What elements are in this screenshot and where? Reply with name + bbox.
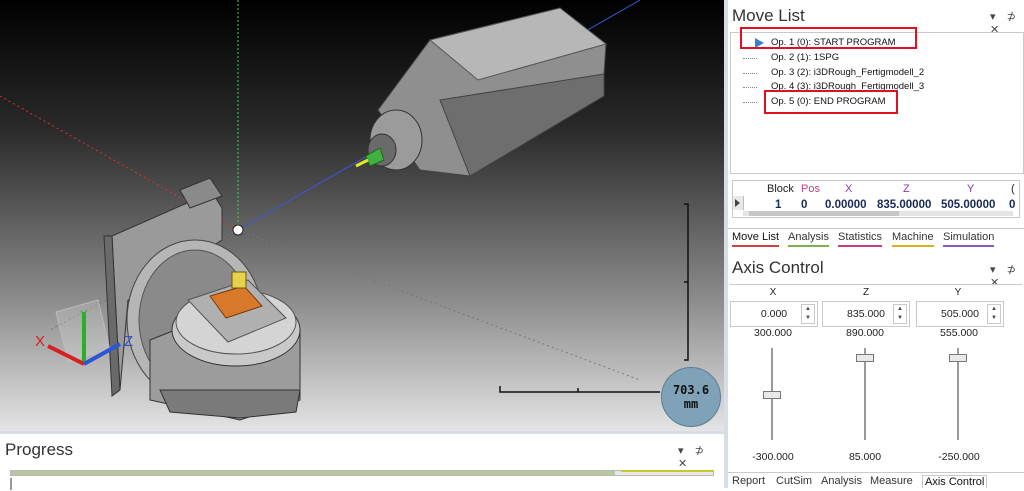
grid-cell-z: 835.00000 xyxy=(877,199,932,211)
triad-y-label: Y xyxy=(80,309,88,321)
progress-title: Progress xyxy=(5,440,74,459)
bottom-tabs: Report CutSim Analysis Measure Axis Cont… xyxy=(728,472,1024,491)
x-spinner[interactable]: ▲ ▼ xyxy=(801,304,815,324)
block-grid[interactable]: Block Pos X Z Y ( 1 0 0.00000 835.00000 … xyxy=(732,180,1020,218)
progress-panel: Progress ▾ ⊅ ✕ xyxy=(0,431,724,491)
tab-move-list[interactable]: Move List xyxy=(732,231,780,247)
y-value: 505.000 xyxy=(941,308,979,320)
scale-indicator: 703.6 mm xyxy=(661,367,721,427)
y-max-label: 555.000 xyxy=(940,327,978,339)
grid-cell-x: 0.00000 xyxy=(825,199,867,211)
rotary-table xyxy=(103,177,301,421)
tree-item-op2[interactable]: Op. 2 (1): 1SPG xyxy=(731,51,1021,65)
grid-header-block: Block xyxy=(767,183,794,195)
row-pointer-icon xyxy=(735,199,740,207)
x-value-input[interactable]: 0.000 ▲ ▼ xyxy=(730,301,818,327)
scale-unit: mm xyxy=(683,397,699,411)
origin-marker xyxy=(232,224,244,236)
progress-fill xyxy=(11,471,615,475)
grid-header-more: ( xyxy=(1011,183,1015,195)
tab-measure[interactable]: Measure xyxy=(870,475,913,489)
tree-item-label: Op. 3 (2): i3DRough_Fertigmodell_2 xyxy=(771,67,925,78)
y-slider-thumb[interactable] xyxy=(949,354,967,362)
axis-header-x: X xyxy=(769,287,777,298)
grid-scrollbar[interactable] xyxy=(743,211,1013,216)
grid-scroll-thumb[interactable] xyxy=(749,211,899,216)
z-min-label: 85.000 xyxy=(848,451,882,463)
x-slider-thumb[interactable] xyxy=(763,391,781,399)
tab-statistics[interactable]: Statistics xyxy=(838,231,883,247)
y-spinner[interactable]: ▲ ▼ xyxy=(987,304,1001,324)
progress-bar xyxy=(10,470,714,476)
y-value-input[interactable]: 505.000 ▲ ▼ xyxy=(916,301,1004,327)
grid-header-y: Y xyxy=(967,183,975,195)
right-panel: Move List ▾ ⊅ ✕ Op. 1 (0): START PROGRAM… xyxy=(728,0,1024,488)
x-min-label: -300.000 xyxy=(752,451,794,463)
simulation-viewport[interactable]: X Y Z 703.6 mm xyxy=(0,0,724,431)
spindle-head xyxy=(355,7,608,177)
grid-cell-block: 1 xyxy=(775,199,782,211)
tree-item-op3[interactable]: Op. 3 (2): i3DRough_Fertigmodell_2 xyxy=(731,66,1021,80)
progress-tail xyxy=(621,470,713,472)
scale-bracket xyxy=(499,203,689,393)
scale-value: 703.6 xyxy=(672,383,710,397)
progress-marker xyxy=(10,478,12,490)
move-list-tabs: Move List Analysis Statistics Machine Si… xyxy=(728,228,1024,247)
z-slider-thumb[interactable] xyxy=(856,354,874,362)
axis-header-z: Z xyxy=(862,287,870,298)
z-value-input[interactable]: 835.000 ▲ ▼ xyxy=(822,301,910,327)
tab-axis-control[interactable]: Axis Control xyxy=(922,475,988,488)
z-value: 835.000 xyxy=(847,308,885,320)
grid-header-pos: Pos xyxy=(801,183,820,195)
machine-scene: X Y Z xyxy=(0,0,689,421)
axis-control-fields: X Z Y 0.000 ▲ ▼ 835.000 ▲ ▼ 505.000 ▲ ▼ 300… xyxy=(730,284,1022,341)
progress-panel-controls[interactable]: ▾ ⊅ ✕ xyxy=(678,444,724,470)
highlight-box-start xyxy=(740,27,917,49)
y-min-label: -250.000 xyxy=(938,451,980,463)
axis-header-y: Y xyxy=(954,287,962,298)
tab-machine[interactable]: Machine xyxy=(892,231,934,247)
tree-connector xyxy=(743,102,757,103)
tree-item-label: Op. 2 (1): 1SPG xyxy=(771,52,840,63)
grid-header-z: Z xyxy=(903,183,910,195)
tab-report[interactable]: Report xyxy=(732,475,765,489)
grid-cell-more: 0 xyxy=(1009,199,1016,211)
grid-cell-pos: 0 xyxy=(801,199,808,211)
tree-connector xyxy=(743,58,757,59)
tab-cutsim[interactable]: CutSim xyxy=(776,475,812,489)
move-list-title: Move List xyxy=(732,6,805,25)
x-value: 0.000 xyxy=(760,308,788,320)
grid-cell-y: 505.00000 xyxy=(941,199,996,211)
triad-x-label: X xyxy=(35,333,45,350)
highlight-box-end xyxy=(764,90,898,114)
axis-control-title: Axis Control xyxy=(732,258,824,277)
grid-header-x: X xyxy=(845,183,853,195)
tree-connector xyxy=(743,87,757,88)
tab-analysis-bottom[interactable]: Analysis xyxy=(821,475,862,489)
z-spinner[interactable]: ▲ ▼ xyxy=(893,304,907,324)
z-max-label: 890.000 xyxy=(846,327,884,339)
tree-connector xyxy=(743,73,757,74)
x-max-label: 300.000 xyxy=(754,327,792,339)
tab-simulation[interactable]: Simulation xyxy=(943,231,995,247)
tab-analysis[interactable]: Analysis xyxy=(788,231,829,247)
triad-z-label: Z xyxy=(124,333,133,350)
